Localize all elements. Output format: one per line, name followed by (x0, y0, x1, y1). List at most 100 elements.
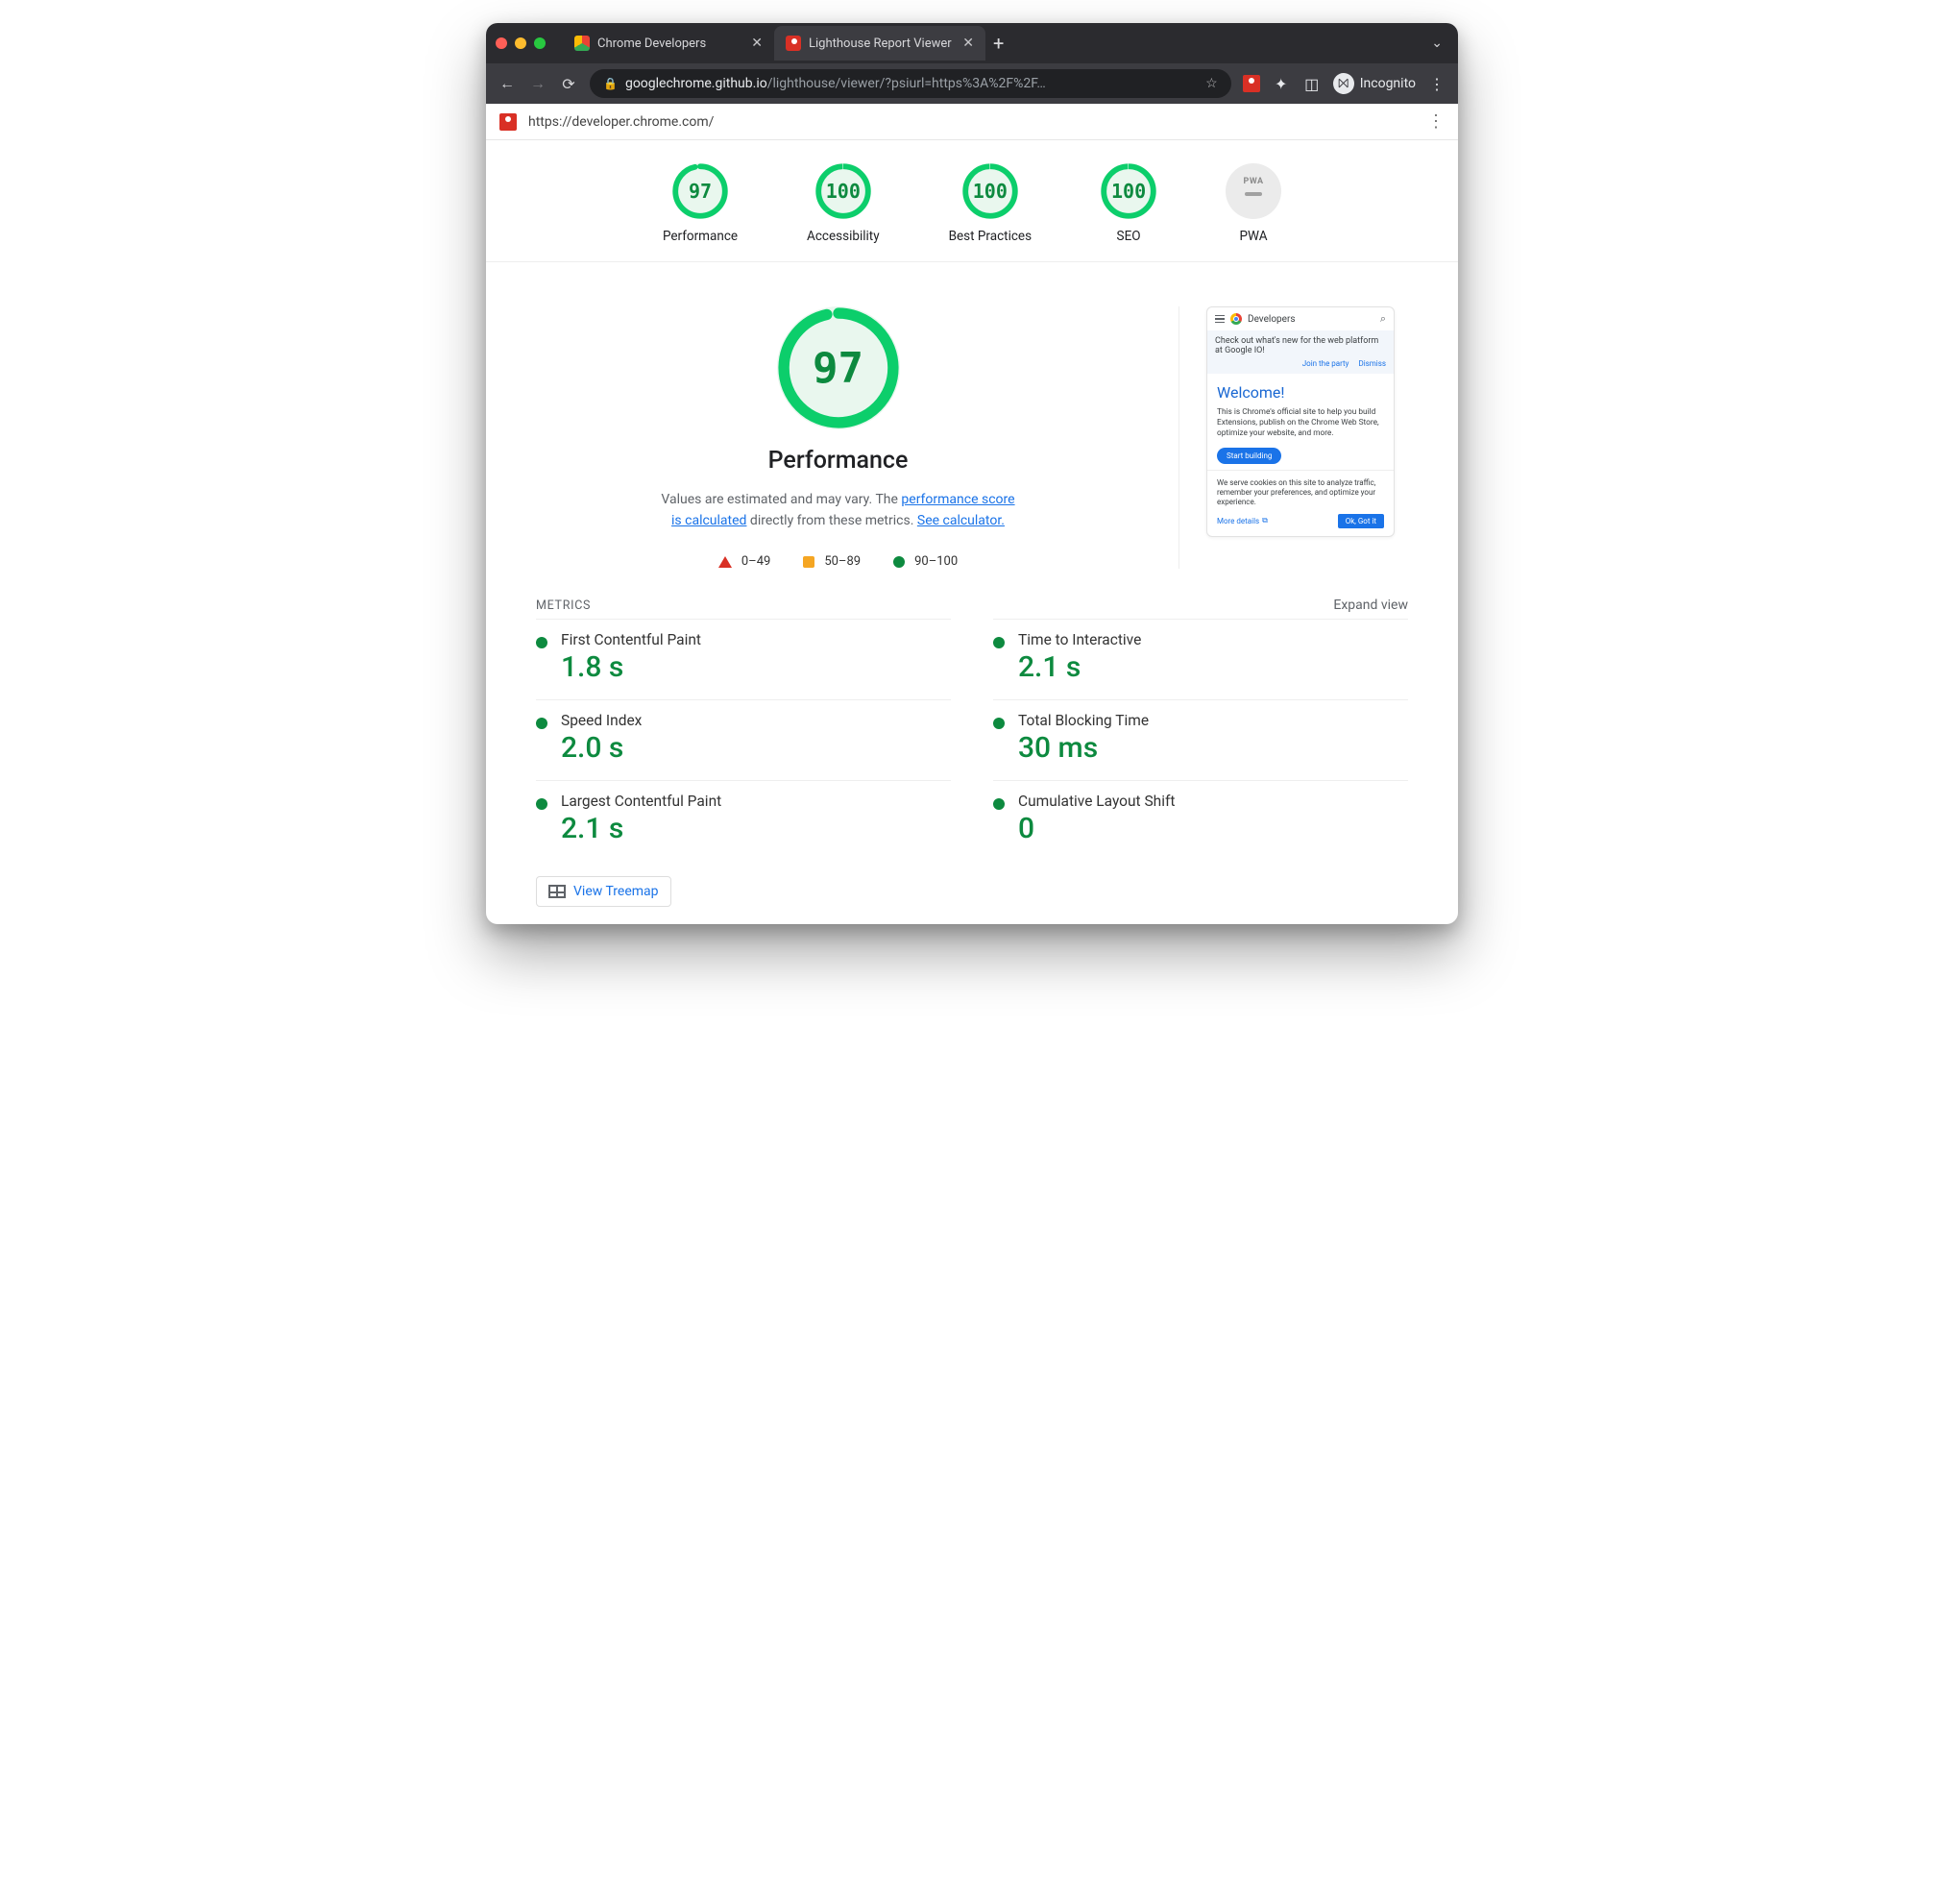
lighthouse-favicon-icon (786, 36, 801, 51)
performance-description: Values are estimated and may vary. The p… (656, 490, 1021, 531)
report-menu-icon[interactable]: ⋮ (1427, 111, 1445, 132)
triangle-icon (718, 556, 732, 568)
banner-text: Check out what's new for the web platfor… (1215, 336, 1386, 355)
window-controls (496, 37, 546, 49)
browser-toolbar: ← → ⟳ 🔒 googlechrome.github.io/lighthous… (486, 63, 1458, 104)
preview-header: Developers ⌕ (1207, 307, 1394, 330)
metric-name: Largest Contentful Paint (561, 793, 721, 810)
metric-name: Speed Index (561, 712, 642, 729)
lighthouse-extension-icon[interactable] (1243, 75, 1260, 92)
treemap-label: View Treemap (573, 884, 659, 899)
metrics-grid: First Contentful Paint 1.8 s Time to Int… (486, 619, 1458, 868)
status-dot-icon (536, 637, 547, 648)
chrome-favicon-icon (574, 36, 590, 51)
banner-dismiss: Dismiss (1358, 359, 1386, 368)
page-screenshot-preview: Developers ⌕ Check out what's new for th… (1206, 306, 1408, 569)
metric-value: 30 ms (1018, 731, 1149, 765)
incognito-icon: ⨝ (1333, 73, 1354, 94)
legend-good: 90–100 (893, 554, 958, 569)
gauge-seo[interactable]: 100 SEO (1101, 163, 1156, 244)
lock-icon: 🔒 (603, 77, 618, 90)
metric-cls: Cumulative Layout Shift 0 (993, 780, 1408, 861)
url-text: googlechrome.github.io/lighthouse/viewer… (625, 76, 1198, 91)
metrics-section-label: METRICS (536, 598, 591, 613)
metric-name: Total Blocking Time (1018, 712, 1149, 729)
metric-speed-index: Speed Index 2.0 s (536, 699, 951, 780)
gauge-ring: PWA (1226, 163, 1281, 219)
welcome-text: This is Chrome's official site to help y… (1217, 407, 1384, 440)
status-dot-icon (993, 798, 1005, 810)
star-icon[interactable]: ☆ (1205, 76, 1218, 91)
preview-banner: Check out what's new for the web platfor… (1207, 330, 1394, 374)
metric-name: Cumulative Layout Shift (1018, 793, 1175, 810)
square-icon (803, 556, 814, 568)
category-gauges: 97 Performance 100 Accessibility 100 Bes… (486, 140, 1458, 262)
tabs-overflow-icon[interactable]: ⌄ (1425, 36, 1448, 51)
incognito-indicator[interactable]: ⨝ Incognito (1333, 73, 1416, 94)
start-building-button: Start building (1217, 448, 1281, 464)
report-url-bar: https://developer.chrome.com/ ⋮ (486, 104, 1458, 140)
back-button[interactable]: ← (498, 74, 517, 93)
preview-cookie-notice: We serve cookies on this site to analyze… (1207, 470, 1394, 536)
reload-button[interactable]: ⟳ (559, 75, 578, 93)
hamburger-icon (1215, 315, 1225, 324)
preview-brand: Developers (1248, 314, 1374, 325)
tab-chrome-developers[interactable]: Chrome Developers ✕ (563, 26, 774, 61)
incognito-label: Incognito (1360, 76, 1416, 91)
gauge-label: SEO (1117, 229, 1141, 244)
tab-strip: Chrome Developers ✕ Lighthouse Report Vi… (486, 23, 1458, 63)
view-treemap-button[interactable]: View Treemap (536, 876, 671, 907)
gauge-ring: 100 (815, 163, 871, 219)
circle-icon (893, 556, 905, 568)
metric-tti: Time to Interactive 2.1 s (993, 619, 1408, 699)
metric-fcp: First Contentful Paint 1.8 s (536, 619, 951, 699)
gauge-ring: 97 (672, 163, 728, 219)
close-tab-icon[interactable]: ✕ (751, 36, 763, 51)
minimize-window-icon[interactable] (515, 37, 526, 49)
panel-icon[interactable]: ◫ (1302, 75, 1322, 93)
pwa-dash (1245, 192, 1262, 196)
metric-value: 2.1 s (1018, 650, 1141, 684)
preview-card: Developers ⌕ Check out what's new for th… (1206, 306, 1395, 537)
tested-url: https://developer.chrome.com/ (528, 114, 1416, 130)
search-icon: ⌕ (1380, 312, 1386, 326)
cookie-text: We serve cookies on this site to analyze… (1217, 478, 1384, 508)
status-dot-icon (536, 718, 547, 729)
tab-label: Lighthouse Report Viewer (809, 37, 955, 51)
see-calculator-link[interactable]: See calculator. (917, 513, 1005, 528)
banner-cta: Join the party (1302, 359, 1349, 368)
new-tab-button[interactable]: + (985, 32, 1011, 55)
status-dot-icon (993, 718, 1005, 729)
forward-button: → (528, 74, 547, 93)
lighthouse-icon (499, 113, 517, 131)
metrics-header: METRICS Expand view (486, 586, 1458, 619)
welcome-heading: Welcome! (1217, 383, 1384, 402)
close-window-icon[interactable] (496, 37, 507, 49)
external-link-icon: ⧉ (1262, 516, 1268, 525)
metric-tbt: Total Blocking Time 30 ms (993, 699, 1408, 780)
gauge-pwa[interactable]: PWA PWA (1226, 163, 1281, 244)
chrome-logo-icon (1230, 313, 1242, 325)
preview-body: Welcome! This is Chrome's official site … (1207, 374, 1394, 470)
score-legend: 0–49 50–89 90–100 (718, 554, 958, 569)
pwa-text: PWA (1244, 177, 1264, 186)
tab-lighthouse-viewer[interactable]: Lighthouse Report Viewer ✕ (774, 26, 985, 61)
close-tab-icon[interactable]: ✕ (962, 36, 974, 51)
performance-summary: 97 Performance Values are estimated and … (536, 306, 1179, 569)
expand-view-toggle[interactable]: Expand view (1333, 598, 1408, 613)
maximize-window-icon[interactable] (534, 37, 546, 49)
gauge-accessibility[interactable]: 100 Accessibility (807, 163, 880, 244)
performance-heading: Performance (768, 447, 909, 475)
extensions-icon[interactable]: ✦ (1272, 75, 1291, 93)
metric-lcp: Largest Contentful Paint 2.1 s (536, 780, 951, 861)
status-dot-icon (993, 637, 1005, 648)
browser-menu-icon[interactable]: ⋮ (1427, 75, 1446, 93)
performance-section: 97 Performance Values are estimated and … (486, 262, 1458, 586)
treemap-icon (548, 885, 566, 898)
metric-value: 0 (1018, 812, 1175, 845)
gauge-best-practices[interactable]: 100 Best Practices (949, 163, 1032, 244)
gauge-performance[interactable]: 97 Performance (663, 163, 738, 244)
address-bar[interactable]: 🔒 googlechrome.github.io/lighthouse/view… (590, 69, 1231, 98)
gauge-ring: 100 (962, 163, 1018, 219)
metric-value: 1.8 s (561, 650, 701, 684)
